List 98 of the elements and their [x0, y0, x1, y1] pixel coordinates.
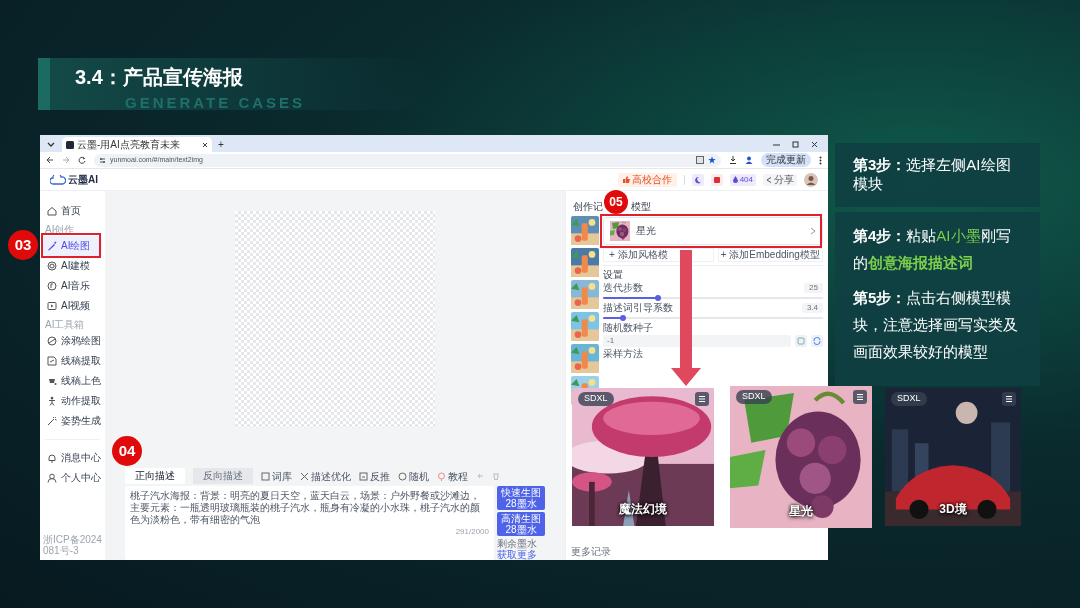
add-model-button[interactable]: + 添加风格模 [603, 248, 714, 262]
model-title: 3D境 [938, 501, 968, 518]
prompt-tool[interactable]: 随机 [398, 468, 429, 484]
more-icon[interactable] [819, 155, 822, 165]
accent-bar [38, 58, 50, 110]
prompt-tool[interactable]: 反推 [359, 468, 390, 484]
nav-item[interactable]: 线稿提取 [43, 351, 102, 371]
bell-icon [47, 453, 57, 463]
model-selector[interactable]: 星光 [603, 217, 823, 245]
generate-button[interactable]: 高清生图 28墨水 [497, 512, 545, 536]
setting-label: 随机数种子 [603, 322, 654, 334]
thumbs-up-icon [622, 176, 630, 183]
ink-note: 剩余墨水 [497, 538, 538, 549]
site-icon [66, 140, 74, 149]
brush-icon [47, 241, 57, 251]
wand-icon [47, 416, 57, 426]
generate-button[interactable]: 快速生图 28墨水 [497, 486, 545, 510]
setting-value: 25 [804, 283, 823, 293]
list-icon[interactable] [695, 392, 709, 406]
slider-thumb[interactable] [619, 315, 626, 321]
share-icon [766, 176, 772, 183]
model-card[interactable]: SDXL 3D境 [885, 388, 1021, 526]
prompt-tab[interactable]: 反向描述 [193, 468, 253, 484]
model-title: 星光 [788, 503, 814, 520]
nav-item[interactable]: 个人中心 [43, 468, 102, 488]
prompt-tab[interactable]: 正向描述 [125, 468, 185, 484]
prompt-input[interactable]: 桃子汽水海报：背景：明亮的夏日天空，蓝天白云，场景：户外野餐或沙滩边，主要元素：一瓶透明玻璃瓶装的桃子汽水，瓶身有冷凝的小水珠，桃子汽水的颜色为淡粉色，带有细密的气泡 291/2000 [125, 486, 494, 560]
partner-button[interactable]: 高校合作 [617, 172, 677, 187]
moon-icon[interactable] [691, 173, 704, 186]
char-counter: 291/2000 [455, 526, 489, 538]
app-logo[interactable]: 云墨AI [68, 172, 98, 187]
update-button[interactable]: 完成更新 [761, 153, 811, 167]
nav-item[interactable]: AI视频 [43, 296, 102, 316]
nav-item[interactable]: 首页 [43, 201, 102, 221]
model-card[interactable]: SDXL 星光 [730, 386, 872, 528]
setting-label: 采样方法 [603, 348, 644, 360]
panel-label: 模型 [631, 199, 651, 214]
profile-icon[interactable] [745, 156, 753, 164]
bulb-icon [437, 471, 446, 481]
setting-label: 迭代步数 [603, 282, 643, 294]
nav-item[interactable]: AI建模 [43, 256, 102, 276]
step-text: 第5步：点击右侧模型模块，注意选择画写实类及画面效果较好的模型 [853, 288, 1019, 362]
bucket-icon [47, 376, 57, 386]
tab-title: 云墨-用AI点亮教育未来 [77, 138, 181, 151]
nav-item[interactable]: AI音乐 [43, 276, 102, 296]
download-icon[interactable] [729, 156, 737, 164]
user-icon [47, 473, 57, 483]
panel-label: 创作记 [573, 199, 603, 214]
footer-text: 浙ICP备2024081号-3 [43, 534, 102, 556]
nav-item[interactable]: AI绘图 [43, 236, 102, 256]
prompt-tool[interactable]: 词库 [261, 468, 292, 484]
prompt-tool[interactable]: 描述优化 [300, 468, 351, 484]
section-heading: AI工具箱 [44, 318, 86, 331]
reload-icon[interactable] [78, 156, 86, 164]
model-title: 魔法幻境 [618, 501, 668, 518]
list-icon[interactable] [853, 390, 867, 404]
video-icon [47, 301, 57, 311]
star-icon[interactable] [708, 156, 716, 164]
figure-icon [47, 396, 57, 406]
model-name: 星光 [636, 225, 656, 237]
step-marker: 03 [8, 230, 38, 260]
ink-balance[interactable]: 404 [729, 173, 756, 186]
nav-item[interactable]: 动作提取 [43, 391, 102, 411]
nav-item[interactable]: 涂鸦绘图 [43, 331, 102, 351]
drop-icon [732, 176, 738, 183]
share-button[interactable]: 分享 [763, 173, 797, 186]
ink-link[interactable]: 获取更多 [497, 549, 545, 560]
seed-input[interactable]: -1 [603, 335, 791, 347]
model-badge: SDXL [736, 390, 772, 404]
step-text: 第3步：选择左侧AI绘图模块 [853, 155, 1012, 193]
more-history-link[interactable]: 更多记录 [571, 544, 823, 560]
section-title: 设置 [603, 269, 624, 281]
step-text: 第4步：粘贴AI小墨刚写的创意海报描述词 [853, 226, 1012, 273]
prompt-text: 桃子汽水海报：背景：明亮的夏日天空，蓝天白云，场景：户外野餐或沙滩边，主要元素：一瓶透明玻璃瓶装的桃子汽水，瓶身有冷凝的小水珠，桃子汽水的颜色为淡粉色，带有细密的气泡 [130, 490, 481, 526]
setting-value: 3.4 [801, 303, 823, 313]
recycle-icon[interactable] [811, 335, 823, 347]
nav-item[interactable]: 消息中心 [43, 448, 102, 468]
list-icon[interactable] [1002, 392, 1016, 406]
nav-item[interactable]: 线稿上色 [43, 371, 102, 391]
add-model-button[interactable]: + 添加Embedding模型 [717, 248, 823, 262]
back-icon[interactable] [46, 156, 54, 164]
slider-thumb[interactable] [655, 295, 661, 301]
close-icon[interactable] [202, 141, 208, 148]
highlight-frame [41, 233, 101, 258]
chevron-right-icon [810, 227, 816, 235]
close-icon[interactable] [811, 140, 818, 148]
home-icon [47, 206, 57, 216]
restore-icon[interactable] [792, 140, 799, 148]
browser-tab[interactable]: 云墨-用AI点亮教育未来 [62, 137, 212, 152]
prompt-tool[interactable]: 教程 [437, 468, 468, 484]
slide-title: 3.4：产品宣传海报 [75, 65, 243, 90]
model-badge: SDXL [891, 392, 927, 406]
nav-item[interactable]: 姿势生成 [43, 411, 102, 431]
avatar-icon[interactable] [804, 172, 818, 187]
new-tab-button[interactable]: + [218, 137, 224, 152]
site-settings-icon[interactable] [99, 156, 106, 164]
cloud-icon [50, 174, 66, 185]
setting-label: 描述词引导系数 [603, 302, 673, 314]
